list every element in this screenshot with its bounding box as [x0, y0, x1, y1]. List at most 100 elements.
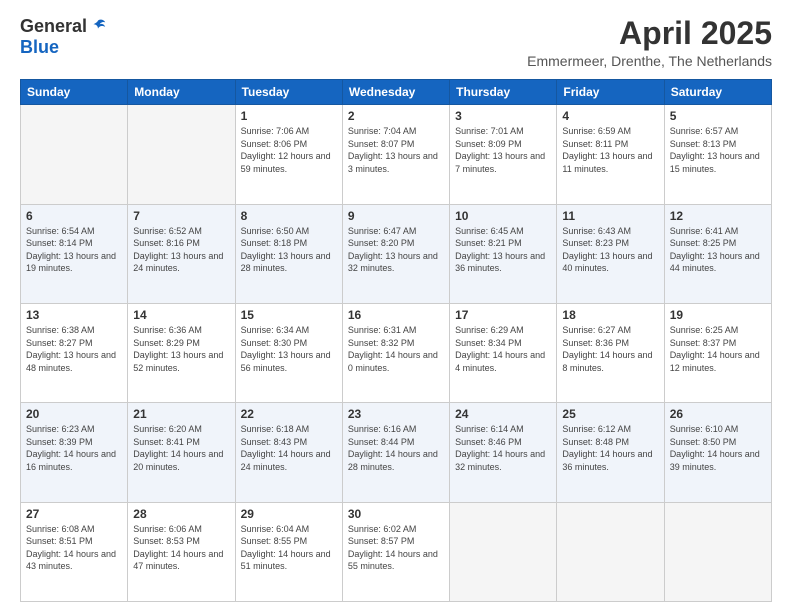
calendar-cell: 30 Sunrise: 6:02 AM Sunset: 8:57 PM Dayli… [342, 502, 449, 601]
day-number: 23 [348, 407, 444, 421]
day-info: Sunrise: 6:18 AM Sunset: 8:43 PM Dayligh… [241, 423, 337, 473]
week-row-1: 1 Sunrise: 7:06 AM Sunset: 8:06 PM Daylig… [21, 105, 772, 204]
week-row-2: 6 Sunrise: 6:54 AM Sunset: 8:14 PM Daylig… [21, 204, 772, 303]
header-tuesday: Tuesday [235, 80, 342, 105]
calendar-cell: 11 Sunrise: 6:43 AM Sunset: 8:23 PM Dayli… [557, 204, 664, 303]
day-info: Sunrise: 6:14 AM Sunset: 8:46 PM Dayligh… [455, 423, 551, 473]
calendar-cell [128, 105, 235, 204]
day-info: Sunrise: 6:10 AM Sunset: 8:50 PM Dayligh… [670, 423, 766, 473]
day-number: 7 [133, 209, 229, 223]
day-number: 30 [348, 507, 444, 521]
logo-blue: Blue [20, 37, 59, 57]
day-info: Sunrise: 6:16 AM Sunset: 8:44 PM Dayligh… [348, 423, 444, 473]
logo-bird-icon [89, 17, 107, 35]
calendar-cell: 2 Sunrise: 7:04 AM Sunset: 8:07 PM Daylig… [342, 105, 449, 204]
logo: General Blue [20, 16, 107, 58]
header-wednesday: Wednesday [342, 80, 449, 105]
calendar-cell: 16Sunrise: 6:31 AM Sunset: 8:32 PM Dayli… [342, 303, 449, 402]
calendar-cell: 29Sunrise: 6:04 AM Sunset: 8:55 PM Dayli… [235, 502, 342, 601]
day-number: 13 [26, 308, 122, 322]
day-info: Sunrise: 6:54 AM Sunset: 8:14 PM Dayligh… [26, 225, 122, 275]
location-subtitle: Emmermeer, Drenthe, The Netherlands [527, 53, 772, 69]
day-number: 10 [455, 209, 551, 223]
day-info: Sunrise: 6:47 AM Sunset: 8:20 PM Dayligh… [348, 225, 444, 275]
page: General Blue April 2025 Emmermeer, Drent… [0, 0, 792, 612]
day-info: Sunrise: 7:06 AM Sunset: 8:06 PM Dayligh… [241, 125, 337, 175]
calendar-cell: 14 Sunrise: 6:36 AM Sunset: 8:29 PM Dayli… [128, 303, 235, 402]
day-number: 2 [348, 109, 444, 123]
day-number: 14 [133, 308, 229, 322]
calendar-cell: 15 Sunrise: 6:34 AM Sunset: 8:30 PM Dayli… [235, 303, 342, 402]
day-number: 12 [670, 209, 766, 223]
day-info: Sunrise: 6:04 AM Sunset: 8:55 PM Dayligh… [241, 523, 337, 573]
day-info: Sunrise: 6:29 AM Sunset: 8:34 PM Dayligh… [455, 324, 551, 374]
day-number: 15 [241, 308, 337, 322]
day-info: Sunrise: 6:23 AM Sunset: 8:39 PM Dayligh… [26, 423, 122, 473]
day-number: 19 [670, 308, 766, 322]
calendar-cell: 22 Sunrise: 6:18 AM Sunset: 8:43 PM Dayli… [235, 403, 342, 502]
calendar-cell: 4 Sunrise: 6:59 AM Sunset: 8:11 PM Daylig… [557, 105, 664, 204]
day-info: Sunrise: 6:50 AM Sunset: 8:18 PM Dayligh… [241, 225, 337, 275]
day-info: Sunrise: 6:25 AM Sunset: 8:37 PM Dayligh… [670, 324, 766, 374]
calendar-cell [557, 502, 664, 601]
day-info: Sunrise: 6:02 AM Sunset: 8:57 PM Dayligh… [348, 523, 444, 573]
header-thursday: Thursday [450, 80, 557, 105]
day-number: 20 [26, 407, 122, 421]
calendar-cell: 26 Sunrise: 6:10 AM Sunset: 8:50 PM Dayli… [664, 403, 771, 502]
day-number: 25 [562, 407, 658, 421]
week-row-3: 13 Sunrise: 6:38 AM Sunset: 8:27 PM Dayli… [21, 303, 772, 402]
calendar-cell: 10Sunrise: 6:45 AM Sunset: 8:21 PM Dayli… [450, 204, 557, 303]
day-info: Sunrise: 6:06 AM Sunset: 8:53 PM Dayligh… [133, 523, 229, 573]
calendar-cell: 28 Sunrise: 6:06 AM Sunset: 8:53 PM Dayli… [128, 502, 235, 601]
header-friday: Friday [557, 80, 664, 105]
logo-general: General [20, 16, 87, 37]
calendar-cell: 12Sunrise: 6:41 AM Sunset: 8:25 PM Dayli… [664, 204, 771, 303]
calendar-cell: 8 Sunrise: 6:50 AM Sunset: 8:18 PM Daylig… [235, 204, 342, 303]
calendar-cell: 1 Sunrise: 7:06 AM Sunset: 8:06 PM Daylig… [235, 105, 342, 204]
calendar-table: Sunday Monday Tuesday Wednesday Thursday… [20, 79, 772, 602]
day-info: Sunrise: 6:34 AM Sunset: 8:30 PM Dayligh… [241, 324, 337, 374]
day-number: 18 [562, 308, 658, 322]
day-number: 21 [133, 407, 229, 421]
day-number: 1 [241, 109, 337, 123]
day-number: 26 [670, 407, 766, 421]
day-number: 8 [241, 209, 337, 223]
calendar-cell: 13 Sunrise: 6:38 AM Sunset: 8:27 PM Dayli… [21, 303, 128, 402]
day-number: 27 [26, 507, 122, 521]
day-number: 6 [26, 209, 122, 223]
day-info: Sunrise: 6:59 AM Sunset: 8:11 PM Dayligh… [562, 125, 658, 175]
calendar-cell [21, 105, 128, 204]
day-info: Sunrise: 6:20 AM Sunset: 8:41 PM Dayligh… [133, 423, 229, 473]
header-monday: Monday [128, 80, 235, 105]
month-title: April 2025 [527, 16, 772, 51]
day-info: Sunrise: 7:01 AM Sunset: 8:09 PM Dayligh… [455, 125, 551, 175]
day-info: Sunrise: 6:43 AM Sunset: 8:23 PM Dayligh… [562, 225, 658, 275]
calendar-cell [450, 502, 557, 601]
day-info: Sunrise: 7:04 AM Sunset: 8:07 PM Dayligh… [348, 125, 444, 175]
day-info: Sunrise: 6:12 AM Sunset: 8:48 PM Dayligh… [562, 423, 658, 473]
day-info: Sunrise: 6:52 AM Sunset: 8:16 PM Dayligh… [133, 225, 229, 275]
day-info: Sunrise: 6:38 AM Sunset: 8:27 PM Dayligh… [26, 324, 122, 374]
calendar-cell: 25 Sunrise: 6:12 AM Sunset: 8:48 PM Dayli… [557, 403, 664, 502]
day-number: 22 [241, 407, 337, 421]
calendar-cell: 7 Sunrise: 6:52 AM Sunset: 8:16 PM Daylig… [128, 204, 235, 303]
calendar-cell: 18Sunrise: 6:27 AM Sunset: 8:36 PM Dayli… [557, 303, 664, 402]
week-row-5: 27Sunrise: 6:08 AM Sunset: 8:51 PM Dayli… [21, 502, 772, 601]
day-number: 28 [133, 507, 229, 521]
day-info: Sunrise: 6:57 AM Sunset: 8:13 PM Dayligh… [670, 125, 766, 175]
calendar-cell: 5Sunrise: 6:57 AM Sunset: 8:13 PM Daylig… [664, 105, 771, 204]
day-info: Sunrise: 6:36 AM Sunset: 8:29 PM Dayligh… [133, 324, 229, 374]
day-number: 4 [562, 109, 658, 123]
header: General Blue April 2025 Emmermeer, Drent… [20, 16, 772, 69]
calendar-cell: 3Sunrise: 7:01 AM Sunset: 8:09 PM Daylig… [450, 105, 557, 204]
day-number: 11 [562, 209, 658, 223]
title-block: April 2025 Emmermeer, Drenthe, The Nethe… [527, 16, 772, 69]
day-number: 24 [455, 407, 551, 421]
calendar-cell: 19 Sunrise: 6:25 AM Sunset: 8:37 PM Dayli… [664, 303, 771, 402]
calendar-cell: 27Sunrise: 6:08 AM Sunset: 8:51 PM Dayli… [21, 502, 128, 601]
day-number: 9 [348, 209, 444, 223]
calendar-cell: 24 Sunrise: 6:14 AM Sunset: 8:46 PM Dayli… [450, 403, 557, 502]
calendar-cell: 20 Sunrise: 6:23 AM Sunset: 8:39 PM Dayli… [21, 403, 128, 502]
calendar-cell: 17Sunrise: 6:29 AM Sunset: 8:34 PM Dayli… [450, 303, 557, 402]
calendar-cell: 9 Sunrise: 6:47 AM Sunset: 8:20 PM Daylig… [342, 204, 449, 303]
